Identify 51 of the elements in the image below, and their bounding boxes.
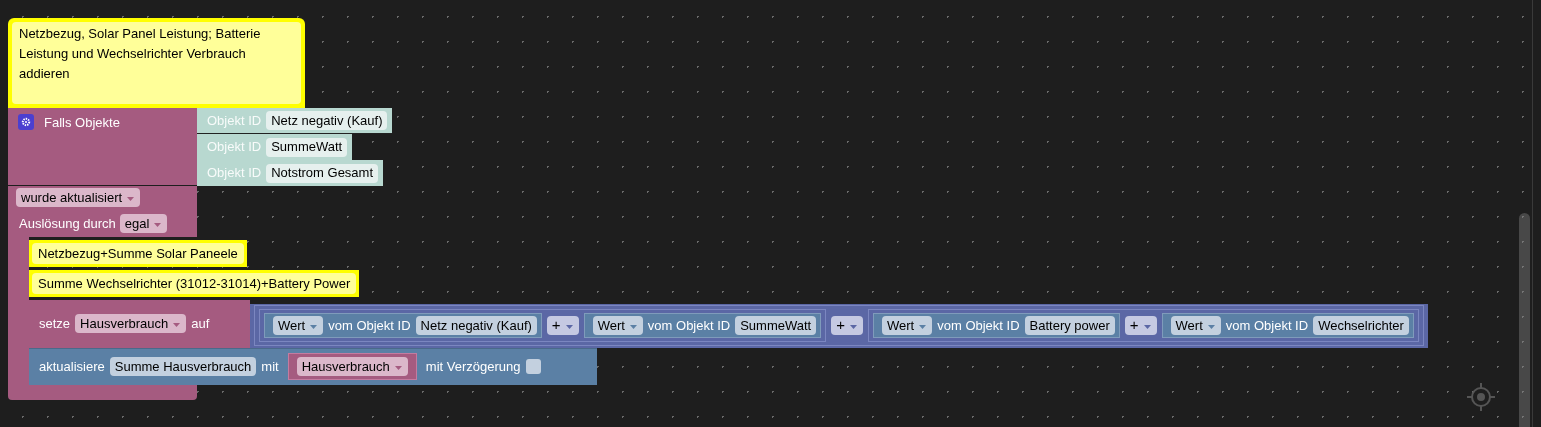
block-label: vom Objekt ID [1225,316,1309,335]
block-label: auf [191,314,210,333]
caret-icon [153,222,163,229]
object-field[interactable]: Netz negativ (Kauf) [266,111,388,130]
dropdown[interactable]: + [546,316,579,335]
block-label: mit [261,357,279,376]
block-label: Auslösung durch [19,215,116,233]
object-field[interactable]: Summe Hausverbrauch [109,357,257,376]
block-label: vom Objekt ID [328,316,411,335]
block-label: Objekt ID [207,164,262,183]
block-label: vom Objekt ID [937,316,1020,335]
gear-icon[interactable] [18,114,34,130]
caret-icon [564,324,574,330]
comment-block: Netzbezug, Solar Panel Leistung; Batterie Leistung und Wechselrichter Verbrauch addieren [12,22,301,104]
delay-checkbox[interactable] [525,359,541,374]
caret-icon [1142,324,1152,330]
caret-icon [918,324,928,330]
block-label: Falls Objekte [44,114,120,132]
caret-icon [126,196,136,202]
dropdown[interactable]: Hausverbrauch [75,314,187,333]
block-label: mit Verzögerung [425,357,521,376]
caret-icon [849,324,858,330]
block-label: Objekt ID [207,111,262,130]
dropdown[interactable]: Wert [273,316,324,335]
object-field[interactable]: Netz negativ (Kauf) [415,316,537,335]
block-label: aktualisiere [39,357,105,376]
scrollbar[interactable] [1519,213,1530,427]
dropdown[interactable]: + [1124,316,1157,335]
dropdown[interactable]: wurde aktualisiert [16,188,141,207]
dropdown[interactable]: Hausverbrauch [296,357,408,376]
dropdown[interactable]: + [831,316,863,335]
caret-icon [1206,324,1216,330]
dropdown[interactable]: egal [119,214,168,234]
dropdown[interactable]: Wert [592,316,643,335]
block-label: setze [39,314,71,333]
object-field[interactable]: Wechselrichter [1313,316,1409,335]
recenter-icon[interactable] [1466,382,1496,412]
object-field[interactable]: Battery power [1024,316,1115,335]
comment-block: Netzbezug+Summe Solar Paneele [32,242,244,264]
caret-icon [393,365,403,371]
object-field[interactable]: SummeWatt [266,137,348,157]
block-label: Objekt ID [207,138,262,157]
caret-icon [172,322,182,328]
dropdown[interactable]: Wert [1170,316,1221,335]
object-field[interactable]: Notstrom Gesamt [266,163,379,183]
block-label: vom Objekt ID [647,316,731,335]
object-field[interactable]: SummeWatt [735,316,817,335]
caret-icon [309,324,319,330]
dropdown[interactable]: Wert [882,316,933,335]
caret-icon [628,324,638,330]
comment-block: Summe Wechselrichter (31012-31014)+Battery Power [32,272,357,294]
